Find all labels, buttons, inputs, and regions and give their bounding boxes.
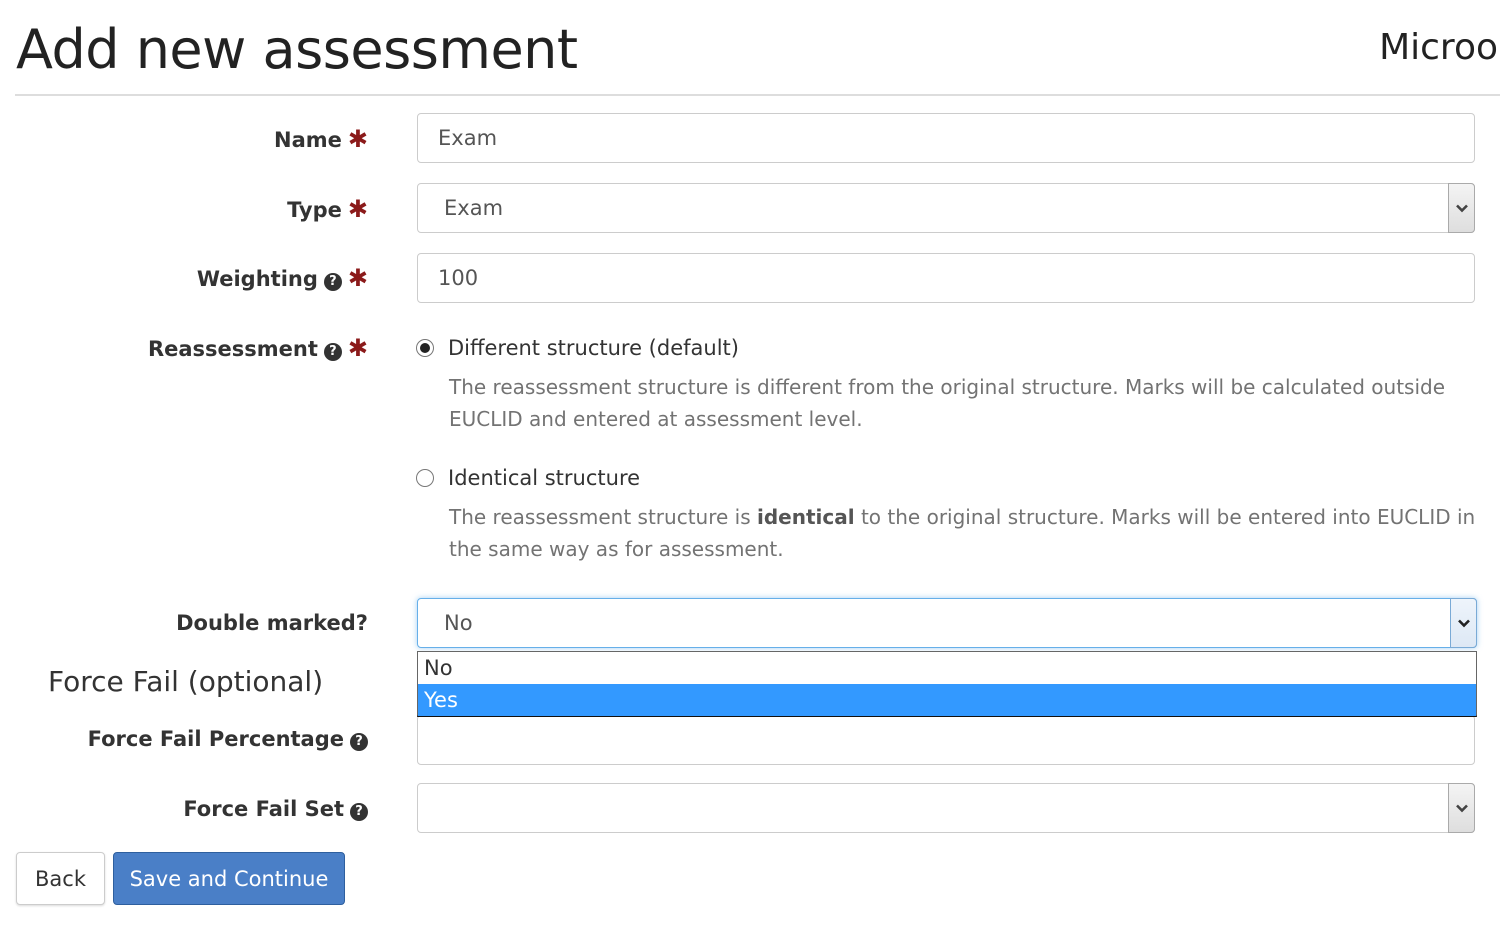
question-circle-icon[interactable]: ? [350, 733, 368, 751]
identical-structure-help: The reassessment structure is identical … [449, 501, 1479, 565]
weighting-label-text: Weighting [196, 267, 318, 291]
force-fail-percentage-label-text: Force Fail Percentage [87, 727, 344, 751]
radio-label: Identical structure [448, 466, 641, 490]
force-fail-percentage-input[interactable] [417, 715, 1475, 765]
double-marked-label: Double marked? [176, 611, 368, 635]
title-divider [15, 94, 1500, 96]
double-marked-select[interactable]: No [417, 598, 1477, 648]
question-circle-icon[interactable]: ? [323, 273, 342, 291]
radio-different-structure[interactable]: Different structure (default) [416, 334, 739, 362]
radio-label: Different structure (default) [448, 336, 739, 360]
type-select-value: Exam [444, 196, 504, 220]
name-label-text: Name [274, 128, 342, 152]
force-fail-heading: Force Fail (optional) [48, 665, 324, 698]
reassessment-label-text: Reassessment [147, 337, 318, 361]
required-icon: ✱ [347, 264, 368, 292]
save-and-continue-button[interactable]: Save and Continue [113, 852, 345, 905]
force-fail-set-label-text: Force Fail Set [183, 797, 344, 821]
force-fail-percentage-label: Force Fail Percentage? [88, 725, 368, 753]
required-icon: ✱ [347, 334, 368, 362]
help-text: The reassessment structure is [449, 505, 757, 529]
weighting-input[interactable] [417, 253, 1475, 303]
weighting-label: Weighting? ✱ [197, 264, 368, 293]
force-fail-set-select[interactable] [417, 783, 1475, 833]
chevron-down-icon[interactable] [1448, 783, 1475, 833]
required-icon: ✱ [347, 195, 368, 223]
type-select[interactable]: Exam [417, 183, 1475, 233]
type-label-text: Type [287, 198, 342, 222]
back-button[interactable]: Back [16, 852, 105, 905]
name-label: Name ✱ [274, 125, 368, 154]
page-title: Add new assessment [16, 18, 578, 81]
type-label: Type ✱ [287, 195, 368, 224]
name-input[interactable] [417, 113, 1475, 163]
radio-button-unchecked[interactable] [416, 469, 434, 487]
help-text-emphasis: identical [757, 505, 855, 529]
radio-button-checked[interactable] [416, 339, 434, 357]
force-fail-set-label: Force Fail Set? [183, 795, 368, 823]
question-circle-icon[interactable]: ? [350, 803, 368, 821]
different-structure-help: The reassessment structure is different … [449, 375, 1446, 431]
double-marked-dropdown-list: No Yes [417, 651, 1477, 717]
radio-identical-structure[interactable]: Identical structure [416, 464, 640, 492]
chevron-down-icon[interactable] [1448, 183, 1475, 233]
dropdown-option-no[interactable]: No [418, 652, 1476, 684]
reassessment-label: Reassessment? ✱ [148, 334, 368, 363]
brand-name: Microo [1379, 27, 1498, 68]
chevron-down-icon[interactable] [1450, 598, 1477, 648]
question-circle-icon[interactable]: ? [323, 343, 342, 361]
required-icon: ✱ [347, 125, 368, 153]
dropdown-option-yes[interactable]: Yes [418, 684, 1476, 716]
double-marked-select-value: No [444, 611, 473, 635]
